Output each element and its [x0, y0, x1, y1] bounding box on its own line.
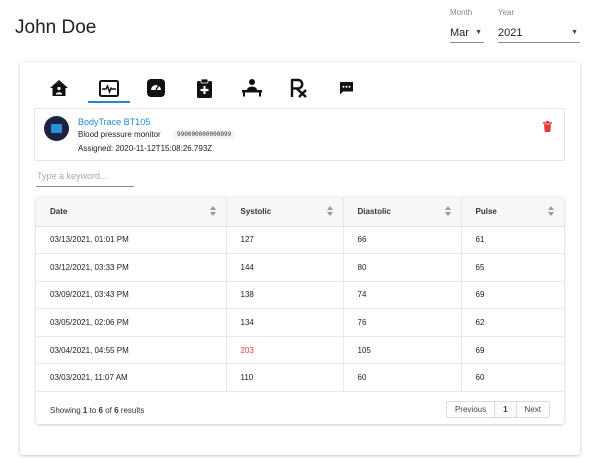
tab-weight[interactable] [141, 74, 171, 102]
month-label: Month [450, 8, 473, 17]
device-type: Blood pressure monitor [78, 130, 161, 139]
results-summary: Showing 1 to 6 of 6 results [50, 406, 144, 415]
table-row: 03/09/2021, 03:43 PM 138 74 69 [36, 281, 564, 310]
delete-device-button[interactable] [543, 119, 552, 137]
pagination: Previous 1 Next [445, 401, 550, 418]
results-from: 1 [82, 406, 88, 415]
tab-home[interactable] [44, 74, 74, 102]
table-row: 03/03/2021, 11:07 AM 110 60 60 [36, 363, 564, 393]
cell-diastolic: 80 [343, 253, 462, 282]
cell-pulse: 60 [461, 363, 564, 393]
patient-name: John Doe [15, 17, 97, 38]
table-header-row: Date Systolic Diastolic Pulse [36, 197, 564, 227]
column-header-diastolic[interactable]: Diastolic [343, 197, 462, 227]
monitor-heart-icon [99, 79, 119, 97]
sort-icon [209, 206, 216, 216]
device-avatar [44, 116, 69, 141]
cell-pulse: 69 [461, 336, 564, 365]
column-header-label: Pulse [475, 206, 497, 216]
cell-pulse: 61 [461, 226, 564, 255]
device-serial: 990000000000099 [174, 130, 235, 139]
tab-vitals[interactable] [88, 74, 130, 103]
results-total: 6 [114, 406, 119, 415]
cell-pulse: 69 [461, 281, 564, 310]
sort-icon [326, 206, 333, 216]
cell-systolic: 127 [226, 226, 344, 255]
scale-icon [147, 79, 165, 97]
search-input[interactable] [36, 165, 134, 187]
sort-icon [548, 206, 554, 216]
cell-pulse: 62 [461, 308, 564, 337]
results-text: results [120, 406, 145, 415]
column-header-pulse[interactable]: Pulse [461, 197, 564, 227]
sort-icon [444, 206, 451, 216]
cell-date: 03/04/2021, 04:55 PM [36, 336, 227, 365]
cell-pulse: 65 [461, 253, 564, 282]
cell-systolic: 134 [226, 308, 344, 337]
cell-date: 03/05/2021, 02:06 PM [36, 308, 227, 337]
column-header-label: Diastolic [357, 206, 391, 216]
table-row: 03/04/2021, 04:55 PM 203 105 69 [36, 336, 564, 365]
column-header-systolic[interactable]: Systolic [226, 197, 344, 227]
table-row: 03/12/2021, 03:33 PM 144 80 65 [36, 253, 564, 282]
tab-care[interactable] [237, 74, 267, 102]
cell-systolic-alert: 203 [226, 336, 344, 365]
home-icon [50, 80, 68, 96]
results-text: to [89, 406, 97, 415]
cell-diastolic: 76 [343, 308, 462, 337]
dropdown-arrow-icon: ▼ [475, 29, 482, 36]
cell-date: 03/12/2021, 03:33 PM [36, 253, 227, 282]
year-value: 2021 [498, 26, 523, 39]
cell-diastolic: 60 [343, 363, 462, 393]
patient-card: BodyTrace BT105 Blood pressure monitor 9… [20, 62, 580, 455]
year-select[interactable]: Year 2021 ▼ [498, 8, 580, 43]
cell-diastolic: 74 [343, 281, 462, 310]
tab-messages[interactable] [331, 74, 361, 102]
month-select[interactable]: Month Mar ▼ [450, 8, 484, 43]
device-panel: BodyTrace BT105 Blood pressure monitor 9… [34, 108, 565, 161]
table-footer: Showing 1 to 6 of 6 results Previous 1 N… [36, 396, 564, 424]
readings-table: Date Systolic Diastolic Pulse 03/13/2021… [36, 197, 564, 424]
cell-date: 03/09/2021, 03:43 PM [36, 281, 227, 310]
cell-systolic: 110 [226, 363, 344, 393]
results-to: 6 [98, 406, 103, 415]
results-text: Showing [50, 406, 81, 415]
cell-date: 03/03/2021, 11:07 AM [36, 363, 227, 393]
device-assigned-date: Assigned: 2020-11-12T15:08:26.793Z [78, 144, 213, 153]
table-row: 03/05/2021, 02:06 PM 134 76 62 [36, 308, 564, 337]
page-1-button[interactable]: 1 [494, 402, 517, 417]
cell-diastolic: 66 [343, 226, 462, 255]
results-text: of [105, 406, 112, 415]
dropdown-arrow-icon: ▼ [571, 29, 578, 36]
device-name-link[interactable]: BodyTrace BT105 [78, 117, 150, 127]
next-page-button[interactable]: Next [517, 402, 549, 417]
prescription-rx-icon [290, 78, 307, 98]
patient-bed-icon [242, 79, 262, 97]
month-value: Mar [450, 26, 469, 39]
tab-prescriptions[interactable] [284, 74, 314, 102]
year-label: Year [498, 8, 515, 17]
column-header-label: Systolic [240, 206, 272, 216]
medical-clipboard-icon [196, 78, 212, 98]
cell-diastolic: 105 [343, 336, 462, 365]
previous-page-button[interactable]: Previous [447, 402, 494, 417]
cell-date: 03/13/2021, 01:01 PM [36, 226, 227, 255]
trash-icon [543, 121, 552, 132]
table-row: 03/13/2021, 01:01 PM 127 66 61 [36, 226, 564, 255]
tab-clinical[interactable] [189, 74, 219, 102]
chat-icon [339, 81, 353, 94]
cell-systolic: 138 [226, 281, 344, 310]
column-header-label: Date [50, 206, 68, 216]
column-header-date[interactable]: Date [36, 197, 227, 227]
cell-systolic: 144 [226, 253, 344, 282]
